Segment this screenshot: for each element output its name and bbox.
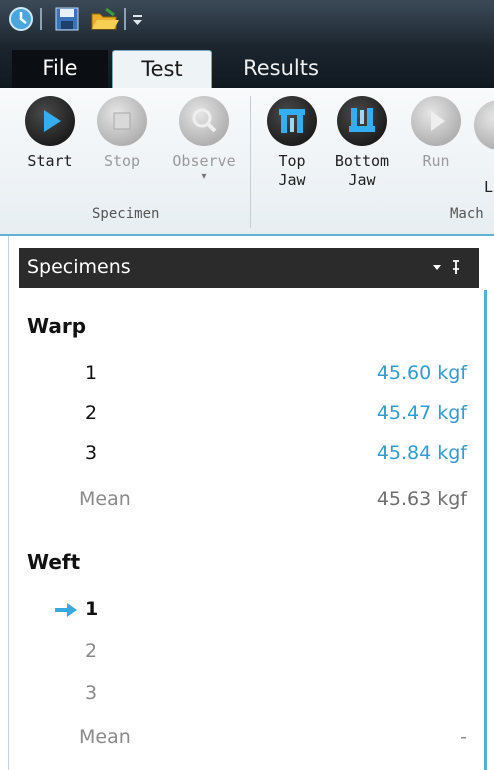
mean-row: Mean 45.63 kgf [9,480,483,520]
tab-test[interactable]: Test [112,50,212,89]
specimen-number: 1 [85,362,98,384]
start-label: Start [27,152,73,170]
panel-title: Specimens [27,256,131,278]
bottom-jaw-icon [337,96,387,146]
partial-ribbon-label: L [484,178,494,196]
specimen-number: 3 [85,682,98,704]
bottom-jaw-label: Bottom Jaw [334,152,390,189]
current-specimen-arrow-icon [53,600,79,620]
specimen-number: 2 [85,640,98,662]
top-jaw-label: Top Jaw [278,152,306,189]
specimen-value: 45.47 kgf [376,402,467,424]
toolbar-separator [40,8,42,30]
mean-value: 45.63 kgf [376,488,467,510]
tab-file[interactable]: File [12,50,108,88]
mean-label: Mean [79,726,131,748]
specimens-panel: Specimens Warp 1 45.60 kgf 2 45.47 kgf 3… [8,236,483,770]
top-jaw-button[interactable]: Top Jaw [256,96,328,190]
table-row[interactable]: 3 [9,674,483,714]
right-pane-edge [484,290,487,770]
stop-icon [97,96,147,146]
specimen-number: 2 [85,402,98,424]
play-icon [25,96,75,146]
save-icon[interactable] [54,6,80,32]
warp-group-title: Warp [27,314,87,338]
bottom-jaw-button[interactable]: Bottom Jaw [326,96,398,190]
specimen-value: 45.84 kgf [376,442,467,464]
group-label-specimen: Specimen [92,206,160,222]
table-row[interactable]: 2 [9,632,483,672]
run-icon [411,96,461,146]
table-row[interactable]: 1 45.60 kgf [9,354,483,394]
run-button[interactable]: Run [400,96,472,171]
toolbar-separator [124,8,126,30]
app-logo-icon[interactable] [8,6,34,32]
open-folder-icon[interactable] [90,6,119,32]
mean-row: Mean - [9,718,483,758]
observe-button[interactable]: Observe ▾ [162,96,246,183]
observe-icon [179,96,229,146]
customize-toolbar-icon[interactable] [130,6,146,32]
stop-label: Stop [103,152,141,170]
quick-access-toolbar [0,0,494,44]
panel-options-icon[interactable] [429,258,469,280]
ribbon: Start Stop Observe ▾ Top Jaw Bottom Jaw … [0,88,494,236]
run-label: Run [422,152,450,170]
panel-header: Specimens [19,248,479,288]
ribbon-group-separator [250,96,251,228]
table-row[interactable]: 2 45.47 kgf [9,394,483,434]
mean-value: - [460,726,467,748]
weft-group-title: Weft [27,550,81,574]
specimen-number: 3 [85,442,98,464]
ribbon-tabs: File Test Results [0,44,494,89]
observe-dropdown-icon[interactable]: ▾ [162,171,246,183]
table-row[interactable]: 3 45.84 kgf [9,434,483,474]
top-jaw-icon [267,96,317,146]
start-button[interactable]: Start [14,96,86,171]
tab-results[interactable]: Results [226,50,336,88]
partial-ribbon-button-icon[interactable] [474,100,494,150]
mean-label: Mean [79,488,131,510]
group-label-machine: Mach [450,206,484,222]
observe-label: Observe [172,152,236,170]
specimen-value: 45.60 kgf [376,362,467,384]
stop-button[interactable]: Stop [86,96,158,171]
specimen-number: 1 [85,598,99,620]
table-row-current[interactable]: 1 [9,590,483,630]
